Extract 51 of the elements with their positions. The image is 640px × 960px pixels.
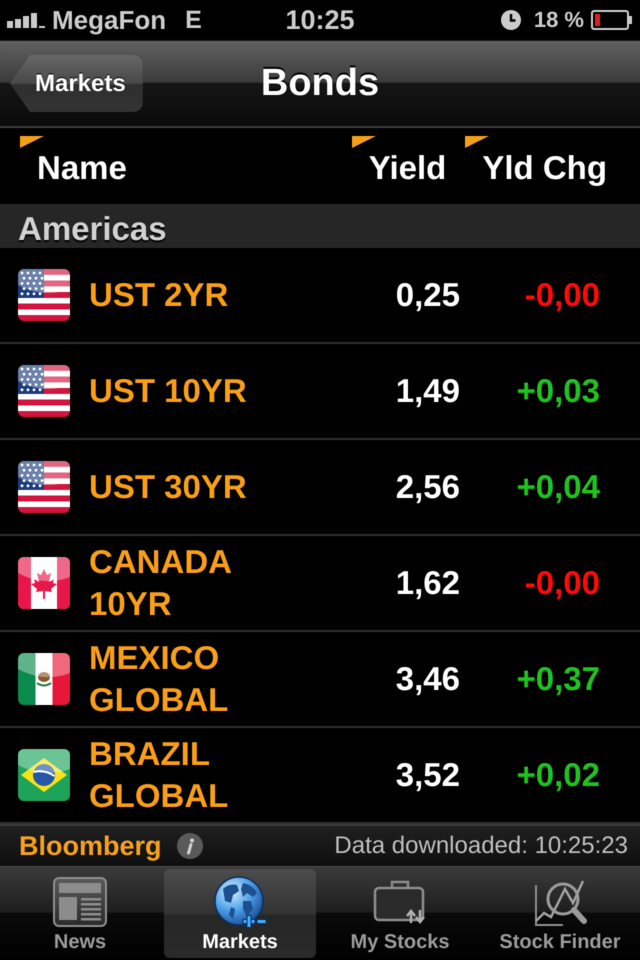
signal-icon [7, 12, 45, 28]
corner-triangle-icon [465, 136, 490, 148]
battery-percent: 18 % [534, 6, 584, 34]
battery-icon [591, 10, 633, 30]
yield-value: 3,46 [394, 660, 460, 698]
yield-value: 1,49 [394, 372, 460, 410]
yield-change: +0,02 [516, 756, 600, 794]
tab-button[interactable]: Stock Finder [484, 869, 636, 958]
clock-time: 10:25 [285, 5, 355, 35]
bond-name: UST 10YR [89, 371, 248, 411]
bond-name: BRAZIL GLOBAL [89, 734, 230, 816]
corner-triangle-icon [352, 136, 376, 148]
clock-icon [500, 10, 521, 30]
page-title: Bonds [260, 62, 380, 105]
bond-name: MEXICO GLOBAL [89, 638, 230, 720]
carrier-name: MegaFon [52, 5, 166, 35]
us-flag-icon [18, 461, 70, 513]
yield-value: 0,25 [394, 276, 460, 314]
bond-name: UST 2YR [89, 275, 230, 315]
section-title: Americas [18, 210, 167, 248]
column-header[interactable]: Yield [352, 136, 446, 187]
yield-value: 3,52 [394, 756, 460, 794]
newspaper-icon [53, 877, 107, 927]
yield-value: 1,62 [394, 564, 460, 602]
yield-change: +0,04 [516, 468, 600, 506]
briefcase-icon [373, 879, 427, 925]
info-icon [176, 833, 203, 859]
download-status: Data downloaded: 10:25:23 [334, 832, 628, 860]
yield-change: -0,00 [524, 276, 600, 314]
column-header[interactable]: Name [20, 136, 127, 187]
canada-flag-icon [18, 557, 70, 609]
column-header[interactable]: Yld Chg [465, 136, 607, 187]
bond-name: UST 30YR [89, 467, 248, 507]
yield-change: +0,03 [516, 372, 600, 410]
tab-button[interactable]: Markets [164, 869, 316, 958]
info-button[interactable] [176, 833, 203, 859]
back-button[interactable]: Markets [10, 55, 143, 112]
globe-icon [213, 875, 267, 929]
brand-name: Bloomberg [19, 830, 162, 862]
us-flag-icon [18, 269, 70, 321]
tab-button[interactable]: News [4, 869, 156, 958]
mexico-flag-icon [18, 653, 70, 705]
us-flag-icon [18, 365, 70, 417]
bond-name: CANADA 10YR [89, 542, 232, 624]
yield-value: 2,56 [394, 468, 460, 506]
network-type: E [185, 5, 202, 35]
yield-change: -0,00 [524, 564, 600, 602]
brazil-flag-icon [18, 749, 70, 801]
corner-triangle-icon [20, 136, 44, 148]
yield-change: +0,37 [516, 660, 600, 698]
tab-button[interactable]: My Stocks [324, 869, 476, 958]
